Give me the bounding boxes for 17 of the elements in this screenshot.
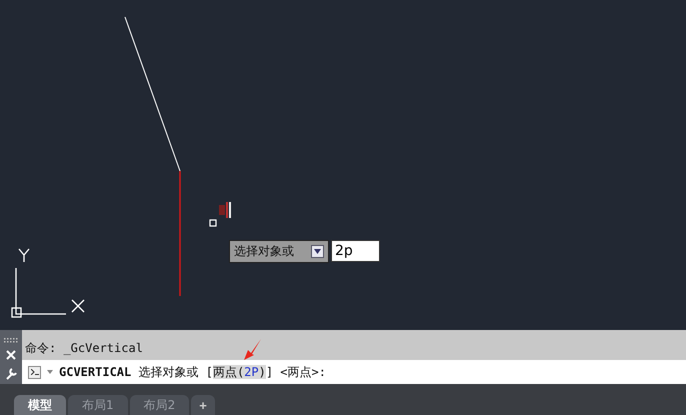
terminal-icon bbox=[30, 369, 38, 375]
layout-tab[interactable]: 模型 bbox=[14, 395, 66, 415]
prompt-tooltip: 选择对象或 bbox=[229, 240, 329, 263]
layout-tab[interactable]: 布局2 bbox=[130, 395, 190, 415]
command-history-text: 命令: _GcVertical bbox=[25, 340, 143, 357]
cursor-icon bbox=[219, 202, 233, 218]
command-prompt-text: GCVERTICAL 选择对象或 [两点(2P)] <两点>: bbox=[59, 364, 326, 380]
input-field[interactable]: 2p bbox=[331, 240, 380, 262]
layout-tab[interactable]: 布局1 bbox=[68, 395, 128, 415]
grip-icon[interactable] bbox=[4, 338, 18, 343]
wrench-icon[interactable] bbox=[4, 367, 18, 380]
add-tab-button[interactable]: + bbox=[191, 395, 215, 415]
close-icon[interactable] bbox=[6, 350, 16, 360]
caret-icon[interactable] bbox=[47, 370, 53, 374]
arrow-icon bbox=[242, 339, 262, 361]
pickbox-icon bbox=[209, 219, 217, 227]
prompt-expand-button[interactable] bbox=[28, 366, 41, 378]
